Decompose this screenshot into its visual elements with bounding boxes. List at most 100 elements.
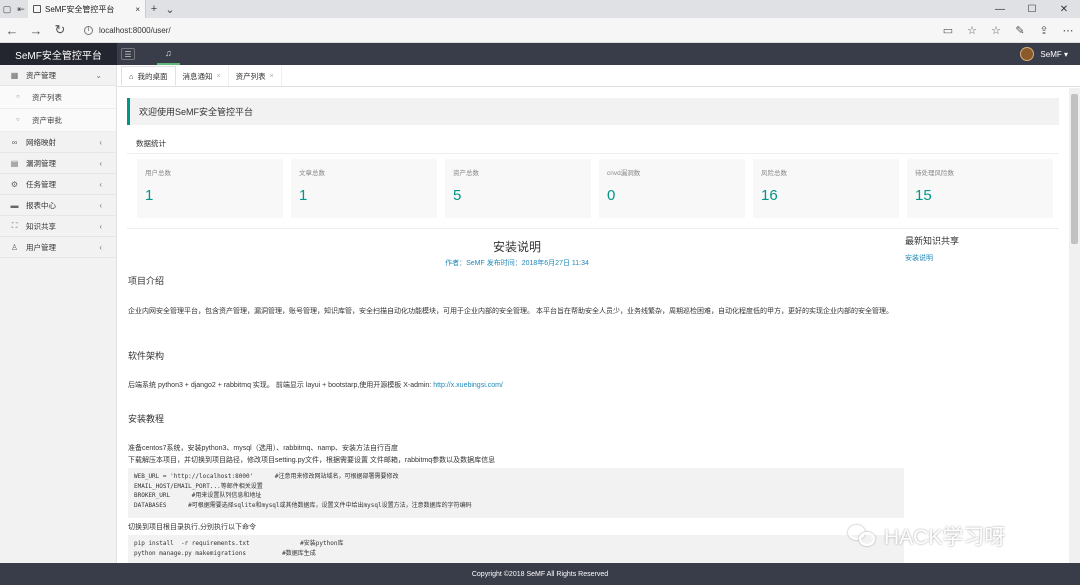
browser-tab-bar: ▢ ⇤ SeMF安全管控平台 × + ⌄ — ☐ ✕ [0,0,1080,18]
stat-card[interactable]: 文章总数 1 [291,159,437,218]
close-icon[interactable]: × [270,73,274,80]
code-block-settings: WEB_URL = 'http://localhost:8000' #注意用来修… [128,468,904,518]
asset-icon: ▦ [10,70,19,80]
sidebar-item-user-management[interactable]: ♙ 用户管理 ‹ [0,237,116,258]
tab-notifications[interactable]: 消息通知 × [176,66,229,86]
wechat-icon [848,523,878,549]
section-heading-install: 安装教程 [128,414,165,424]
latest-knowledge-title: 最新知识共享 [905,236,960,246]
circle-icon: ○ [16,94,20,100]
watermark-text: HACK学习呀 [884,526,1006,549]
scrollbar[interactable] [1069,88,1080,563]
sidebar-item-asset-management[interactable]: ▦ 资产管理 ⌄ [0,65,116,86]
knowledge-link[interactable]: 安装说明 [905,253,1055,263]
tab-aside-icon[interactable]: ⇤ [14,0,28,18]
avatar [1020,47,1035,61]
home-icon: ⌂ [129,71,134,81]
user-icon: ♙ [10,242,19,252]
chevron-left-icon: ‹ [99,179,102,189]
share-icon: ⛶ [11,221,18,230]
menu-toggle-icon[interactable]: ☰ [121,48,135,60]
tab-label: 消息通知 [182,71,213,81]
chevron-left-icon: ‹ [99,221,102,231]
sidebar-item-label: 网络映射 [26,137,56,147]
sidebar: ▦ 资产管理 ⌄ ○ 资产列表 ○ 资产审批 ∞ 网络映射 ‹ ▤ 漏洞管理 ‹ ⚙ 任务管理 ‹ … [0,65,117,573]
favorite-star-icon[interactable]: ☆ [960,24,984,37]
maximize-button[interactable]: ☐ [1016,4,1048,15]
sidebar-item-task-management[interactable]: ⚙ 任务管理 ‹ [0,174,116,195]
stat-card[interactable]: 风险总数 16 [753,159,899,218]
sidebar-item-label: 任务管理 [26,179,56,189]
address-bar: ← → ↻ i localhost:8000/user/ ▭ ☆ ☆ ✎ ⇪ ⋯ [0,18,1080,43]
report-icon: ▬ [10,200,19,210]
scrollbar-thumb[interactable] [1071,94,1078,244]
tab-list-chevron-icon[interactable]: ⌄ [162,3,178,16]
tab-manager-icon[interactable]: ▢ [0,0,14,18]
article-meta: 作者：SeMF 发布时间：2018年6月27日 11:34 [445,260,589,267]
install-step-2: 下载解压本项目，并切换到项目路径，修改项目setting.py文件，根据需要设置… [128,457,496,464]
new-tab-button[interactable]: + [146,3,162,15]
pen-notes-icon[interactable]: ✎ [1008,24,1032,37]
link-icon: ∞ [11,137,18,147]
footer: Copyright ©2018 SeMF All Rights Reserved [0,563,1080,585]
section-heading-intro: 项目介绍 [128,276,165,286]
sidebar-subitem-asset-list[interactable]: ○ 资产列表 [0,86,116,109]
chevron-left-icon: ‹ [99,158,102,168]
tab-my-desktop[interactable]: ⌂ 我的桌面 [121,66,176,86]
sidebar-item-vuln-management[interactable]: ▤ 漏洞管理 ‹ [0,153,116,174]
chevron-left-icon: ‹ [99,200,102,210]
minimize-button[interactable]: — [984,4,1016,15]
intro-paragraph: 企业内网安全管理平台，包含资产管理，漏洞管理，账号管理，知识库管，安全扫描自动化… [128,308,893,315]
user-menu[interactable]: SeMF ▾ [1020,47,1080,61]
stats-row: 用户总数 1 文章总数 1 资产总数 5 cnvd漏洞数 0 风险总数 16 待处理风险数… [137,159,1053,218]
stat-card[interactable]: 用户总数 1 [137,159,283,218]
close-tab-icon[interactable]: × [135,5,140,14]
stat-label: 用户总数 [145,170,171,177]
reading-view-icon[interactable]: ▭ [936,24,960,37]
arch-paragraph: 后端系统 python3 + django2 + rabbitmq 实现。 前端… [128,380,908,392]
app-header: SeMF安全管控平台 ☰ ♫ SeMF ▾ [0,43,1080,65]
chevron-down-icon: ⌄ [95,70,102,80]
sidebar-item-knowledge-share[interactable]: ⛶ 知识共享 ‹ [0,216,116,237]
latest-knowledge-panel: 最新知识共享 安装说明 [905,234,1055,263]
favorites-hub-icon[interactable]: ☆ [984,24,1008,37]
gear-icon: ⚙ [10,179,19,189]
sidebar-item-label: 漏洞管理 [26,158,56,168]
close-icon[interactable]: × [217,73,221,80]
more-menu-icon[interactable]: ⋯ [1056,24,1080,37]
stats-title: 数据统计 [127,134,1059,154]
stat-value: 15 [915,187,932,204]
tab-asset-list[interactable]: 资产列表 × [229,66,282,86]
sidebar-subitem-asset-approval[interactable]: ○ 资产审批 [0,109,116,132]
url-field[interactable]: i localhost:8000/user/ [78,22,930,39]
refresh-button[interactable]: ↻ [48,22,72,38]
back-button[interactable]: ← [0,23,24,38]
stat-card[interactable]: 待处理风险数 15 [907,159,1053,218]
content-tabs: ⌂ 我的桌面 消息通知 × 资产列表 × [117,65,1080,87]
app-logo[interactable]: SeMF安全管控平台 [0,43,117,65]
tab-label: 我的桌面 [137,71,168,81]
stat-card[interactable]: 资产总数 5 [445,159,591,218]
chevron-left-icon: ‹ [99,137,102,147]
sidebar-item-label: 资产列表 [32,92,62,102]
section-heading-arch: 软件架构 [128,351,165,361]
xadmin-link[interactable]: http://x.xuebingsi.com/ [433,382,503,389]
watermark: HACK学习呀 [848,521,1005,551]
share-icon[interactable]: ⇪ [1032,24,1056,37]
browser-tab-title: SeMF安全管控平台 [45,4,115,14]
sidebar-item-report-center[interactable]: ▬ 报表中心 ‹ [0,195,116,216]
stat-card[interactable]: cnvd漏洞数 0 [599,159,745,218]
stat-value: 1 [145,187,154,204]
stat-value: 1 [299,187,308,204]
sidebar-item-label: 报表中心 [26,200,56,210]
stat-label: cnvd漏洞数 [607,170,641,177]
sidebar-item-network-mapping[interactable]: ∞ 网络映射 ‹ [0,132,116,153]
close-window-button[interactable]: ✕ [1048,4,1080,15]
user-name: SeMF ▾ [1040,49,1068,59]
stat-label: 风险总数 [761,170,787,177]
stat-label: 文章总数 [299,170,325,177]
browser-tab[interactable]: SeMF安全管控平台 × [28,0,146,18]
stat-value: 0 [607,187,616,204]
forward-button[interactable]: → [24,23,48,38]
notification-bell-icon[interactable]: ♫ [157,43,180,65]
